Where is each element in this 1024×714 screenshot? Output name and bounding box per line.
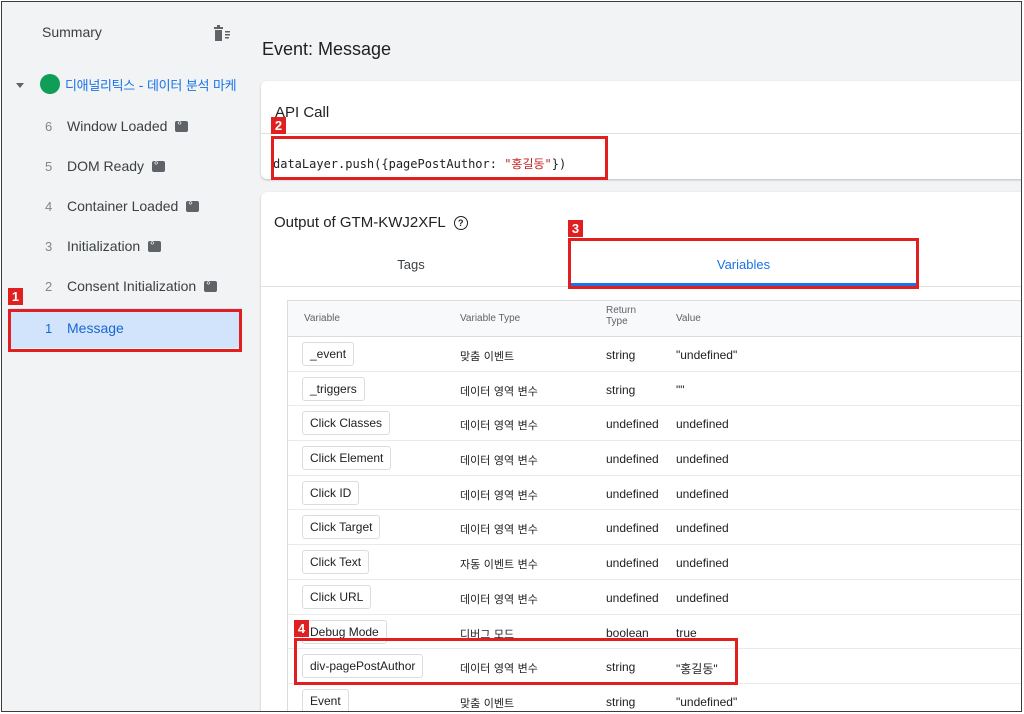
annotation-box-3	[568, 238, 919, 289]
table-header: Variable Variable Type Return Type Value	[288, 301, 1021, 337]
variable-type: 맞춤 이벤트	[460, 696, 515, 710]
caret-down-icon[interactable]	[16, 82, 24, 88]
variable-type: 데이터 영역 변수	[460, 454, 538, 468]
variable-name-chip[interactable]: Click Element	[302, 446, 392, 471]
tab-tags[interactable]: Tags	[261, 242, 561, 286]
variable-value: "undefined"	[676, 694, 738, 709]
item-number: 2	[45, 278, 53, 294]
variable-value: undefined	[676, 521, 729, 536]
column-header-variable: Variable	[304, 313, 340, 324]
return-type: string	[606, 348, 636, 362]
annotation-number-4: 4	[294, 620, 309, 637]
item-number: 4	[45, 198, 53, 214]
variable-name-chip[interactable]: _triggers	[302, 376, 365, 401]
annotation-number-3: 3	[568, 220, 583, 237]
variable-name-chip[interactable]: Click Classes	[302, 411, 391, 436]
variable-name-chip[interactable]: Click ID	[302, 480, 360, 505]
return-type: string	[606, 382, 636, 397]
sidebar: Summary 디애널리틱스 - 데이터 분석 마케 6 Window Load…	[2, 2, 246, 711]
page-title: Event: Message	[262, 39, 392, 59]
table-row[interactable]: Click URL 데이터 영역 변수 undefined undefined	[288, 580, 1021, 615]
annotation-number-1: 1	[8, 288, 23, 305]
table-row[interactable]: _triggers 데이터 영역 변수 string ""	[288, 372, 1021, 407]
help-icon[interactable]: ?	[453, 215, 468, 230]
variable-value: undefined	[676, 417, 729, 432]
item-label: Consent Initialization	[67, 278, 197, 294]
code-icon	[204, 278, 218, 292]
item-label: Window Loaded	[67, 118, 168, 134]
code-icon	[152, 158, 166, 172]
variable-type: 맞춤 이벤트	[460, 350, 515, 363]
sidebar-item-container-loaded[interactable]: 4 Container Loaded	[2, 186, 246, 226]
column-header-return-type: Return Type	[606, 305, 637, 327]
sidebar-item-dom-ready[interactable]: 5 DOM Ready	[2, 146, 246, 186]
divider	[261, 133, 1021, 134]
variable-type: 데이터 영역 변수	[460, 419, 538, 433]
variable-value: undefined	[676, 486, 729, 501]
variable-value: undefined	[676, 556, 729, 571]
table-row[interactable]: Click Text 자동 이벤트 변수 undefined undefined	[288, 545, 1021, 580]
column-header-type: Variable Type	[460, 313, 521, 324]
annotation-box-4	[294, 638, 738, 685]
code-icon	[175, 118, 189, 132]
annotation-box-1	[8, 309, 242, 352]
item-number: 3	[45, 238, 53, 254]
status-dot-icon	[40, 74, 60, 94]
table-row[interactable]: Click Element 데이터 영역 변수 undefined undefined	[288, 441, 1021, 476]
return-type: string	[606, 694, 636, 709]
clear-messages-icon[interactable]	[212, 24, 232, 42]
table-row[interactable]: Click ID 데이터 영역 변수 undefined undefined	[288, 476, 1021, 511]
return-type: undefined	[606, 486, 659, 501]
variable-name-chip[interactable]: Click Text	[302, 550, 370, 575]
return-type: undefined	[606, 452, 659, 467]
table-row[interactable]: Event 맞춤 이벤트 string "undefined"	[288, 684, 1021, 711]
output-title-text: Output of GTM-KWJ2XFL	[274, 214, 446, 231]
item-label: DOM Ready	[67, 158, 145, 174]
variable-name-chip[interactable]: Click URL	[302, 584, 372, 609]
item-label: Initialization	[67, 238, 141, 254]
variable-type: 데이터 영역 변수	[460, 384, 538, 398]
variable-type: 자동 이벤트 변수	[460, 558, 538, 572]
output-title: Output of GTM-KWJ2XFL ?	[274, 214, 468, 231]
variable-value: undefined	[676, 452, 729, 467]
sidebar-item-window-loaded[interactable]: 6 Window Loaded	[2, 106, 246, 146]
variable-name-chip[interactable]: Click Target	[302, 515, 381, 540]
return-type: undefined	[606, 417, 659, 432]
code-icon	[148, 238, 162, 252]
item-number: 6	[45, 118, 53, 134]
table-row[interactable]: Click Classes 데이터 영역 변수 undefined undefined	[288, 406, 1021, 442]
return-type: undefined	[606, 590, 659, 605]
sidebar-summary[interactable]: Summary	[42, 24, 102, 40]
container-root[interactable]: 디애널리틱스 - 데이터 분석 마케	[16, 73, 237, 95]
column-header-value: Value	[676, 313, 701, 324]
sidebar-item-initialization[interactable]: 3 Initialization	[2, 226, 246, 266]
sidebar-item-consent-initialization[interactable]: 2 Consent Initialization	[2, 266, 246, 306]
variable-name-chip[interactable]: Event	[302, 688, 349, 711]
debug-window: Summary 디애널리틱스 - 데이터 분석 마케 6 Window Load…	[1, 1, 1022, 712]
item-number: 5	[45, 158, 53, 174]
table-row[interactable]: Click Target 데이터 영역 변수 undefined undefined	[288, 510, 1021, 546]
return-type: undefined	[606, 556, 659, 571]
variable-value: ""	[676, 382, 685, 397]
table-row[interactable]: _event 맞춤 이벤트 string "undefined"	[288, 337, 1021, 372]
variable-type: 데이터 영역 변수	[460, 523, 538, 537]
return-type: undefined	[606, 521, 659, 536]
variable-value: "undefined"	[676, 348, 738, 362]
variable-type: 데이터 영역 변수	[460, 592, 538, 606]
code-icon	[186, 198, 200, 212]
item-label: Container Loaded	[67, 198, 179, 214]
variable-value: undefined	[676, 590, 729, 605]
variable-name-chip[interactable]: _event	[302, 342, 355, 366]
annotation-box-2	[271, 136, 608, 180]
container-root-label: 디애널리틱스 - 데이터 분석 마케	[65, 78, 237, 94]
annotation-number-2: 2	[271, 117, 286, 134]
main-panel: Event: Message API Call dataLayer.push({…	[246, 2, 1021, 711]
variable-type: 데이터 영역 변수	[460, 488, 538, 502]
